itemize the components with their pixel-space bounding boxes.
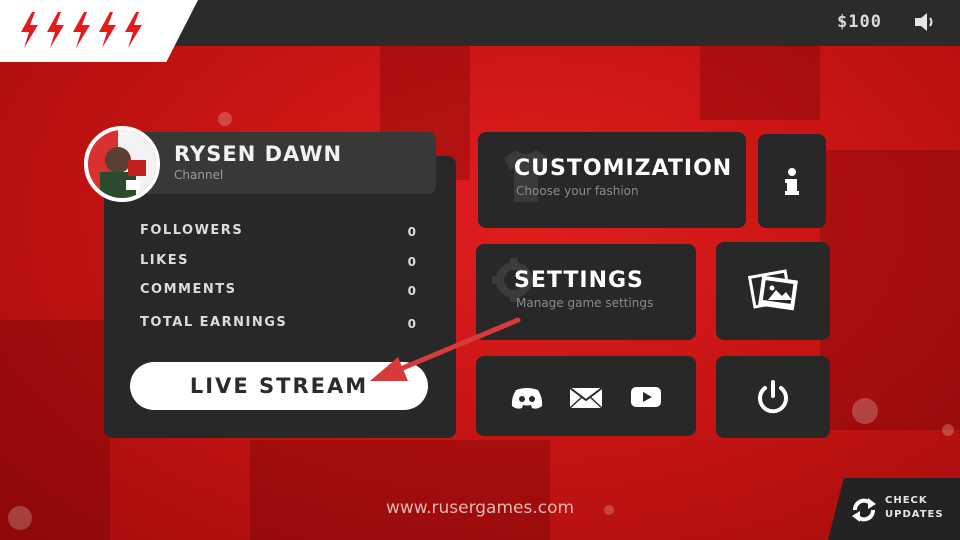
stat-value-likes: 0 xyxy=(407,255,416,269)
settings-subtitle: Manage game settings xyxy=(516,296,654,310)
customization-subtitle: Choose your fashion xyxy=(516,184,639,198)
stat-label-likes: LIKES xyxy=(140,253,189,268)
settings-title: SETTINGS xyxy=(514,268,644,293)
info-icon xyxy=(785,168,799,195)
avatar[interactable] xyxy=(84,126,160,202)
background-particle xyxy=(852,398,878,424)
photos-icon xyxy=(748,269,798,311)
logo xyxy=(0,0,198,62)
stat-value-total-earnings: 0 xyxy=(407,317,416,331)
check-updates-line2: UPDATES xyxy=(885,509,944,520)
lightning-bolt-icon xyxy=(73,12,90,48)
lightning-bolt-icon xyxy=(21,12,38,48)
check-updates-label[interactable]: CHECK UPDATES xyxy=(885,494,944,522)
lightning-bolt-icon xyxy=(47,12,64,48)
website-link[interactable]: www.rusergames.com xyxy=(380,498,580,518)
live-stream-button[interactable]: LIVE STREAM xyxy=(130,362,428,410)
refresh-icon[interactable] xyxy=(850,496,878,524)
lightning-bolt-icon xyxy=(99,12,116,48)
money-balance: $100 xyxy=(837,12,882,32)
stat-label-comments: COMMENTS xyxy=(140,282,237,297)
avatar-image xyxy=(88,130,156,198)
background-particle xyxy=(218,112,232,126)
background-building xyxy=(820,150,960,430)
stat-label-total-earnings: TOTAL EARNINGS xyxy=(140,315,288,330)
discord-icon[interactable] xyxy=(510,386,544,410)
player-name: RYSEN DAWN xyxy=(174,142,343,166)
info-button[interactable] xyxy=(758,134,826,228)
background-building xyxy=(250,440,550,540)
stat-value-comments: 0 xyxy=(407,284,416,298)
background-building xyxy=(700,40,820,120)
customization-title: CUSTOMIZATION xyxy=(514,156,733,181)
background-particle xyxy=(942,424,954,436)
gallery-button[interactable] xyxy=(716,242,830,340)
youtube-icon[interactable] xyxy=(631,386,661,408)
speaker-icon xyxy=(915,13,933,31)
quit-button[interactable] xyxy=(716,356,830,438)
sound-toggle-button[interactable] xyxy=(912,10,938,34)
mail-icon[interactable] xyxy=(569,386,603,410)
lightning-bolt-icon xyxy=(125,12,142,48)
check-updates-line1: CHECK xyxy=(885,495,928,506)
power-icon xyxy=(758,380,788,414)
background-particle xyxy=(604,505,614,515)
lightning-bolt-icon xyxy=(18,12,144,48)
stat-value-followers: 0 xyxy=(407,225,416,239)
background-particle xyxy=(8,506,32,530)
stat-label-followers: FOLLOWERS xyxy=(140,223,244,238)
channel-label: Channel xyxy=(174,168,224,182)
